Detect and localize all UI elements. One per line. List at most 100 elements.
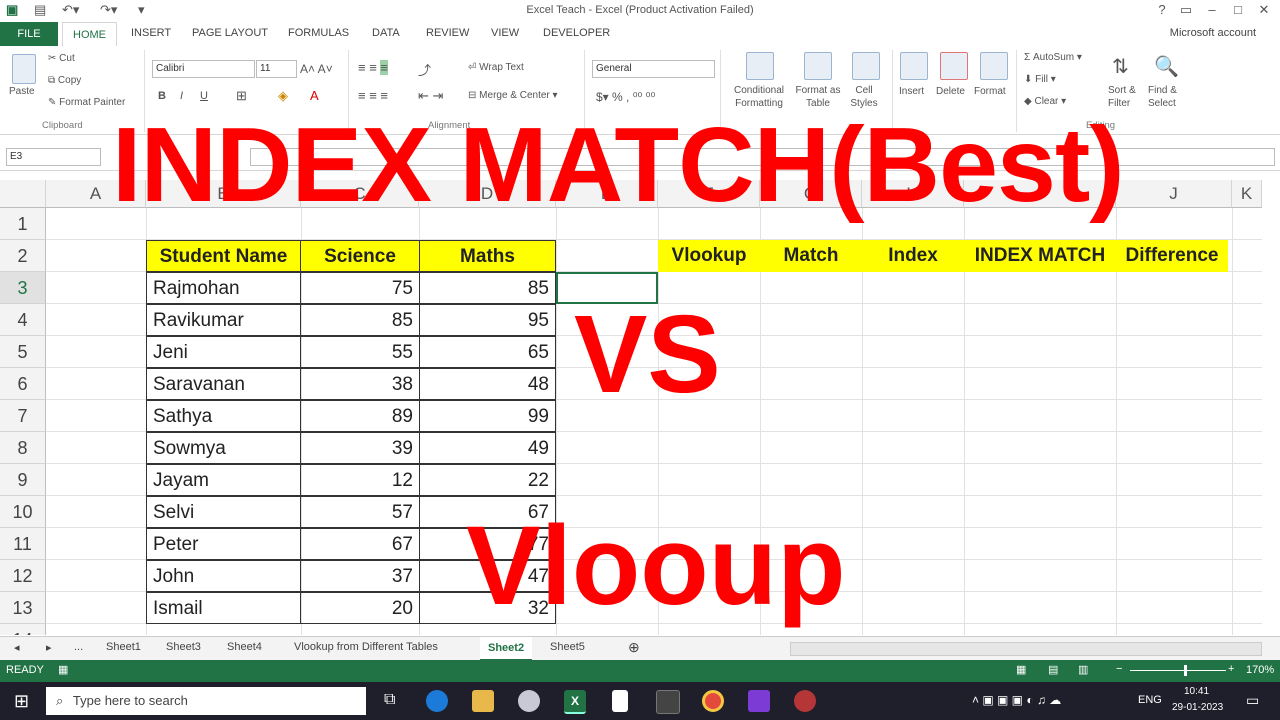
name-box[interactable]: E3 [6, 148, 101, 166]
sheet-tab-more[interactable]: ... [74, 641, 83, 653]
row-header[interactable]: 6 [0, 368, 46, 400]
wrap-text-button[interactable]: ⏎ Wrap Text [468, 62, 524, 73]
fill-color-icon[interactable]: ◈ [278, 88, 288, 104]
tab-formulas[interactable]: FORMULAS [288, 27, 349, 39]
chrome-icon[interactable] [702, 690, 724, 712]
zoom-level[interactable]: 170% [1246, 664, 1274, 676]
borders-icon[interactable]: ⊞ [236, 88, 247, 104]
science-cell[interactable]: 89 [300, 400, 420, 432]
taskbar-search-box[interactable]: ⌕ Type here to search [46, 687, 366, 715]
row-header[interactable]: 2 [0, 240, 46, 272]
align-horizontal-icons[interactable]: ≡ ≡ ≡ [358, 88, 388, 103]
table-header-maths[interactable]: Maths [419, 240, 556, 272]
font-name-select[interactable]: Calibri [152, 60, 255, 78]
zoom-in-icon[interactable]: + [1228, 663, 1234, 675]
clipchamp-icon[interactable] [748, 690, 770, 712]
student-name-cell[interactable]: Jeni [146, 336, 301, 368]
tab-view[interactable]: VIEW [491, 27, 519, 39]
horizontal-scrollbar[interactable] [790, 642, 1262, 656]
format-as-table-icon[interactable] [804, 52, 832, 80]
edge-browser-icon[interactable] [426, 690, 448, 712]
fill-button[interactable]: ⬇ Fill ▾ [1024, 74, 1056, 85]
sheet-tab-sheet4[interactable]: Sheet4 [227, 641, 262, 653]
sheet-tab-vlookup-different-tables[interactable]: Vlookup from Different Tables [294, 641, 438, 653]
zoom-slider-thumb[interactable] [1184, 665, 1187, 676]
science-cell[interactable]: 39 [300, 432, 420, 464]
science-cell[interactable]: 55 [300, 336, 420, 368]
maths-cell[interactable]: 65 [419, 336, 556, 368]
scroll-last-sheet-icon[interactable]: ▸ [46, 641, 52, 654]
header-difference[interactable]: Difference [1116, 240, 1228, 272]
maths-cell[interactable]: 85 [419, 272, 556, 304]
student-name-cell[interactable]: Selvi [146, 496, 301, 528]
minimize-icon[interactable]: – [1202, 2, 1222, 17]
row-header[interactable]: 4 [0, 304, 46, 336]
row-header[interactable]: 13 [0, 592, 46, 624]
row-header[interactable]: 14 [0, 624, 46, 635]
row-header[interactable]: 12 [0, 560, 46, 592]
student-name-cell[interactable]: Peter [146, 528, 301, 560]
maximize-icon[interactable]: □ [1228, 2, 1248, 17]
find-select-button[interactable]: Find & Select [1148, 84, 1188, 110]
science-cell[interactable]: 20 [300, 592, 420, 624]
sort-filter-icon[interactable]: ⇅ [1112, 54, 1129, 79]
account-label[interactable]: Microsoft account [1170, 27, 1256, 39]
sheet-tab-sheet1[interactable]: Sheet1 [106, 641, 141, 653]
tab-insert[interactable]: INSERT [131, 27, 171, 39]
font-size-buttons[interactable]: A˄ A˅ [300, 62, 333, 76]
student-name-cell[interactable]: Sathya [146, 400, 301, 432]
tab-data[interactable]: DATA [372, 27, 400, 39]
row-header[interactable]: 10 [0, 496, 46, 528]
cut-button[interactable]: ✂ Cut [48, 53, 75, 64]
row-header[interactable]: 5 [0, 336, 46, 368]
bold-button[interactable]: B [158, 90, 166, 102]
header-index-match[interactable]: INDEX MATCH [964, 240, 1116, 272]
student-name-cell[interactable]: Ravikumar [146, 304, 301, 336]
student-name-cell[interactable]: Saravanan [146, 368, 301, 400]
row-header[interactable]: 1 [0, 208, 46, 240]
macro-record-icon[interactable]: ▦ [58, 663, 68, 676]
student-name-cell[interactable]: Sowmya [146, 432, 301, 464]
maths-cell[interactable]: 49 [419, 432, 556, 464]
paint-icon[interactable] [518, 690, 540, 712]
sheet-tab-sheet2[interactable]: Sheet2 [480, 637, 533, 661]
zoom-slider[interactable] [1130, 670, 1226, 671]
format-cells-icon[interactable] [980, 52, 1008, 80]
copy-button[interactable]: ⧉ Copy [48, 75, 81, 86]
science-cell[interactable]: 67 [300, 528, 420, 560]
row-header[interactable]: 3 [0, 272, 46, 304]
tab-developer[interactable]: DEVELOPER [543, 27, 610, 39]
table-header-student-name[interactable]: Student Name [146, 240, 301, 272]
italic-button[interactable]: I [180, 90, 183, 102]
science-cell[interactable]: 85 [300, 304, 420, 336]
close-icon[interactable]: ✕ [1254, 2, 1274, 18]
notepad-icon[interactable] [612, 690, 628, 712]
paste-icon[interactable] [12, 54, 36, 84]
conditional-formatting-icon[interactable] [746, 52, 774, 80]
align-top-icons[interactable]: ≡ ≡ ≡ [358, 60, 388, 75]
clock-date[interactable]: 29-01-2023 [1172, 702, 1223, 713]
notifications-icon[interactable]: ▭ [1246, 692, 1259, 709]
cell-styles-icon[interactable] [852, 52, 880, 80]
header-index[interactable]: Index [862, 240, 964, 272]
student-name-cell[interactable]: Ismail [146, 592, 301, 624]
scroll-first-sheet-icon[interactable]: ◂ [14, 641, 20, 654]
student-name-cell[interactable]: John [146, 560, 301, 592]
font-size-select[interactable]: 11 [256, 60, 297, 78]
delete-cells-icon[interactable] [940, 52, 968, 80]
row-header[interactable]: 8 [0, 432, 46, 464]
maths-cell[interactable]: 48 [419, 368, 556, 400]
tab-review[interactable]: REVIEW [426, 27, 469, 39]
maths-cell[interactable]: 95 [419, 304, 556, 336]
insert-cells-button[interactable]: Insert [899, 86, 924, 97]
format-cells-button[interactable]: Format [974, 86, 1006, 97]
tab-home[interactable]: HOME [62, 22, 117, 48]
obs-recorder-icon[interactable] [794, 690, 816, 712]
student-name-cell[interactable]: Jayam [146, 464, 301, 496]
help-icon[interactable]: ? [1152, 2, 1172, 17]
media-icon[interactable] [656, 690, 680, 714]
maths-cell[interactable]: 99 [419, 400, 556, 432]
autosum-button[interactable]: Σ AutoSum ▾ [1024, 52, 1082, 63]
task-view-icon[interactable]: ⧉ [384, 691, 395, 709]
row-header[interactable]: 7 [0, 400, 46, 432]
